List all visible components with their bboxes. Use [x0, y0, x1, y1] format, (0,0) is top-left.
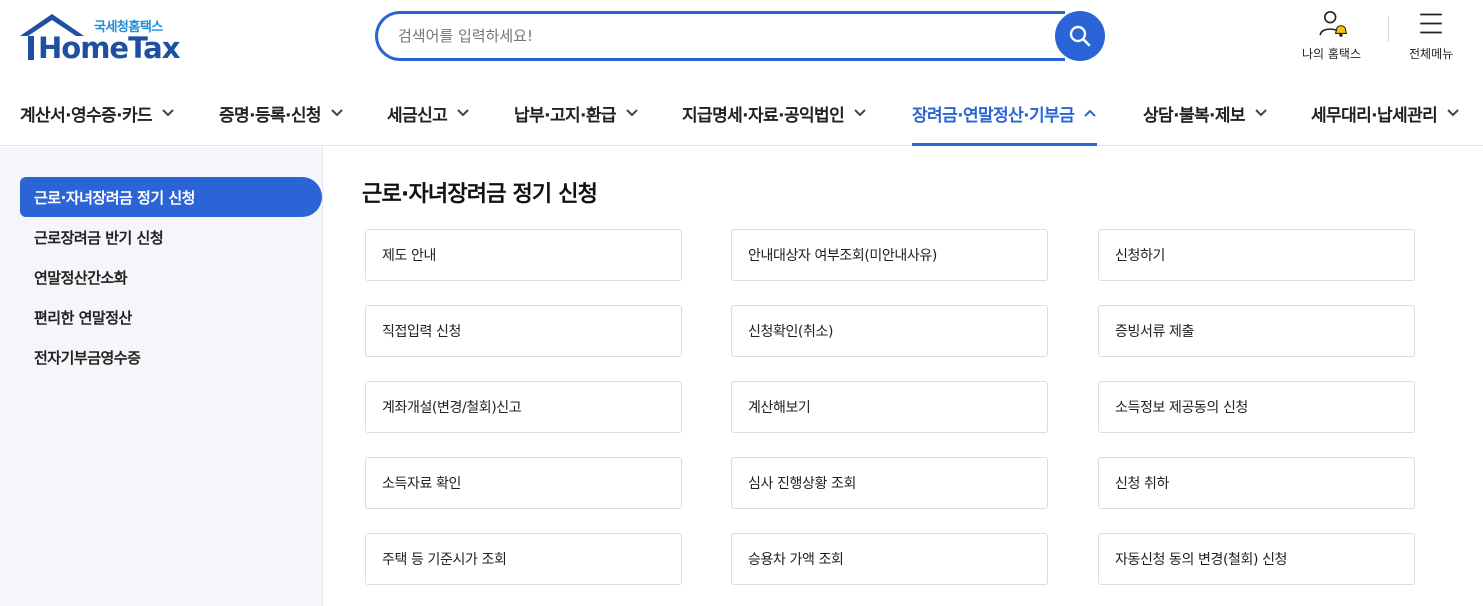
gnb-item-label: 상담·불복·제보 [1143, 105, 1246, 126]
util-divider [1388, 16, 1389, 42]
card-direct-input[interactable]: 직접입력 신청 [365, 305, 682, 357]
all-menu-label: 전체메뉴 [1409, 47, 1454, 61]
chevron-down-icon [457, 109, 469, 117]
sidebar-item-convenient-year-end[interactable]: 편리한 연말정산 [20, 297, 322, 337]
gnb-item-payment-statement[interactable]: 지급명세·자료·공익법인 [682, 80, 867, 146]
card-application-check[interactable]: 신청확인(취소) [731, 305, 1048, 357]
header: 국세청홈택스 HomeTax 나의 홈택스 전체메뉴 계산서· [0, 0, 1483, 146]
page-title: 근로·자녀장려금 정기 신청 [362, 182, 598, 207]
card-submit-documents[interactable]: 증빙서류 제출 [1098, 305, 1415, 357]
gnb-item-label: 장려금·연말정산·기부금 [912, 105, 1075, 126]
global-nav: 계산서·영수증·카드 증명·등록·신청 세금신고 납부·고지·환급 지급명세·자… [0, 80, 1483, 146]
chevron-up-icon [1084, 109, 1096, 117]
gnb-item-incentive[interactable]: 장려금·연말정산·기부금 [912, 80, 1098, 146]
chevron-down-icon [331, 109, 343, 117]
sidebar-item-half-year-application[interactable]: 근로장려금 반기 신청 [20, 217, 322, 257]
gnb-item-tax-return[interactable]: 세금신고 [387, 80, 470, 146]
chevron-down-icon [1255, 109, 1267, 117]
gnb-item-label: 납부·고지·환급 [514, 105, 617, 126]
sidebar-item-donation-receipt[interactable]: 전자기부금영수증 [20, 337, 322, 377]
gnb-item-label: 세무대리·납세관리 [1311, 105, 1438, 126]
card-auto-apply-consent[interactable]: 자동신청 동의 변경(철회) 신청 [1098, 533, 1415, 585]
card-account-report[interactable]: 계좌개설(변경/철회)신고 [365, 381, 682, 433]
chevron-down-icon [1447, 109, 1459, 117]
gnb-item-label: 증명·등록·신청 [219, 105, 322, 126]
card-income-consent[interactable]: 소득정보 제공동의 신청 [1098, 381, 1415, 433]
left-sidebar: 근로·자녀장려금 정기 신청 근로장려금 반기 신청 연말정산간소화 편리한 연… [0, 147, 323, 606]
card-system-guide[interactable]: 제도 안내 [365, 229, 682, 281]
card-income-data[interactable]: 소득자료 확인 [365, 457, 682, 509]
card-review-status[interactable]: 심사 진행상황 조회 [731, 457, 1048, 509]
gnb-item-consultation[interactable]: 상담·불복·제보 [1143, 80, 1268, 146]
search-icon [1069, 25, 1091, 47]
search-button[interactable] [1055, 11, 1105, 61]
gnb-item-label: 지급명세·자료·공익법인 [682, 105, 845, 126]
chevron-down-icon [162, 109, 174, 117]
user-bell-icon [1318, 10, 1347, 37]
gnb-item-invoice[interactable]: 계산서·영수증·카드 [20, 80, 175, 146]
all-menu-button[interactable]: 전체메뉴 [1409, 10, 1453, 62]
gnb-item-label: 세금신고 [387, 105, 448, 126]
my-hometax-button[interactable]: 나의 홈택스 [1302, 10, 1361, 62]
hometax-logo[interactable]: 국세청홈택스 HomeTax [18, 12, 180, 65]
my-hometax-label: 나의 홈택스 [1302, 47, 1362, 61]
search-bar [375, 11, 1105, 61]
card-housing-price[interactable]: 주택 등 기준시가 조회 [365, 533, 682, 585]
card-car-price[interactable]: 승용차 가액 조회 [731, 533, 1048, 585]
gnb-item-certificate[interactable]: 증명·등록·신청 [219, 80, 344, 146]
card-eligibility-check[interactable]: 안내대상자 여부조회(미안내사유) [731, 229, 1048, 281]
card-withdraw[interactable]: 신청 취하 [1098, 457, 1415, 509]
gnb-item-payment[interactable]: 납부·고지·환급 [514, 80, 639, 146]
search-input[interactable] [375, 11, 1065, 61]
hamburger-menu-icon [1420, 13, 1442, 34]
logo-wordmark: HomeTax [38, 31, 180, 65]
chevron-down-icon [626, 109, 638, 117]
card-calculator[interactable]: 계산해보기 [731, 381, 1048, 433]
sidebar-item-regular-application[interactable]: 근로·자녀장려금 정기 신청 [20, 177, 322, 217]
sidebar-item-year-end-simplified[interactable]: 연말정산간소화 [20, 257, 322, 297]
card-apply[interactable]: 신청하기 [1098, 229, 1415, 281]
menu-card-grid: 제도 안내 안내대상자 여부조회(미안내사유) 신청하기 직접입력 신청 신청확… [365, 229, 1415, 589]
chevron-down-icon [854, 109, 866, 117]
gnb-item-tax-agent[interactable]: 세무대리·납세관리 [1311, 80, 1460, 146]
gnb-item-label: 계산서·영수증·카드 [20, 105, 153, 126]
